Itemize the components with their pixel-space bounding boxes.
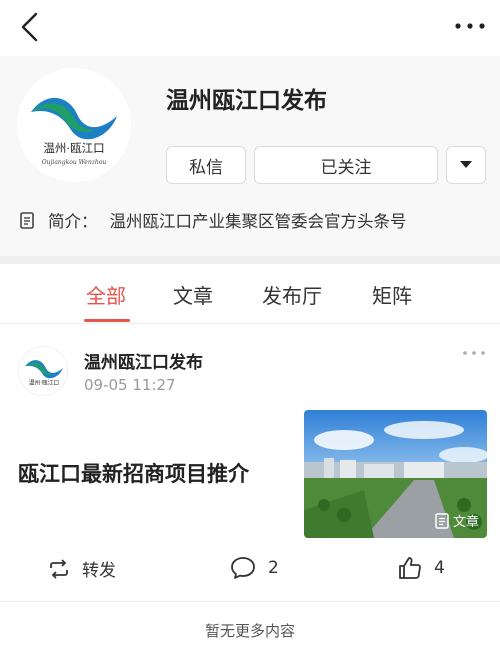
profile-intro: 简介： 温州瓯江口产业集聚区管委会官方头条号: [20, 208, 407, 232]
document-icon: [20, 211, 34, 229]
more-dots-icon[interactable]: [462, 348, 486, 358]
tab-matrix[interactable]: 矩阵: [372, 280, 412, 309]
follow-button[interactable]: 已关注: [254, 146, 438, 184]
thumbs-up-icon: [399, 557, 421, 579]
profile-name: 温州瓯江口发布: [166, 88, 327, 114]
top-bar: [0, 0, 500, 56]
back-chevron-icon[interactable]: [18, 12, 42, 42]
feed-actions: 转发 2 4: [0, 552, 500, 586]
like-count: 4: [434, 558, 445, 578]
tab-press-hall[interactable]: 发布厅: [262, 280, 322, 309]
comment-count: 2: [268, 558, 279, 578]
follow-dropdown-button[interactable]: [446, 146, 486, 184]
profile-header: 温州·瓯江口 Oujiangkou Wenzhou 温州瓯江口发布 私信 已关注…: [0, 56, 500, 256]
repost-button[interactable]: 转发: [48, 556, 116, 581]
feed-author-name[interactable]: 温州瓯江口发布: [84, 348, 203, 373]
logo-image: 温州·瓯江口: [19, 347, 67, 395]
section-divider: [0, 256, 500, 264]
like-button[interactable]: 4: [398, 556, 445, 580]
feed-timestamp: 09-05 11:27: [84, 376, 176, 394]
repost-label: 转发: [82, 561, 116, 581]
feed-title[interactable]: 瓯江口最新招商项目推介: [18, 458, 249, 488]
triangle-down-icon: [460, 161, 472, 168]
no-more-content-text: 暂无更多内容: [204, 622, 295, 640]
comment-button[interactable]: 2: [230, 556, 279, 580]
message-button[interactable]: 私信: [166, 146, 246, 184]
footer-divider: [0, 601, 500, 602]
article-badge-label: 文章: [452, 515, 479, 530]
feed-author-avatar[interactable]: 温州·瓯江口: [18, 346, 68, 396]
more-dots-icon[interactable]: [454, 16, 486, 36]
profile-avatar[interactable]: 温州·瓯江口 Oujiangkou Wenzhou: [17, 68, 131, 182]
feed-thumbnail[interactable]: 文章: [304, 410, 487, 538]
tab-articles[interactable]: 文章: [173, 280, 213, 309]
repost-icon: [50, 558, 68, 579]
avatar-logo-text: 温州·瓯江口: [43, 141, 104, 155]
tab-bar: 全部 文章 发布厅 矩阵: [0, 264, 500, 324]
feed-item[interactable]: 温州·瓯江口 温州瓯江口发布 09-05 11:27 瓯江口最新招商项目推介 文…: [0, 330, 500, 600]
logo-image: 温州·瓯江口 Oujiangkou Wenzhou: [17, 68, 131, 182]
intro-label: 简介：: [48, 212, 98, 231]
article-badge: 文章: [435, 511, 479, 530]
active-tab-indicator: [84, 319, 130, 322]
tab-all[interactable]: 全部: [86, 280, 126, 309]
intro-text: 温州瓯江口产业集聚区管委会官方头条号: [109, 212, 407, 231]
document-icon: [435, 512, 449, 529]
comment-bubble-icon: [231, 557, 255, 579]
avatar-logo-subtext: Oujiangkou Wenzhou: [42, 159, 107, 166]
